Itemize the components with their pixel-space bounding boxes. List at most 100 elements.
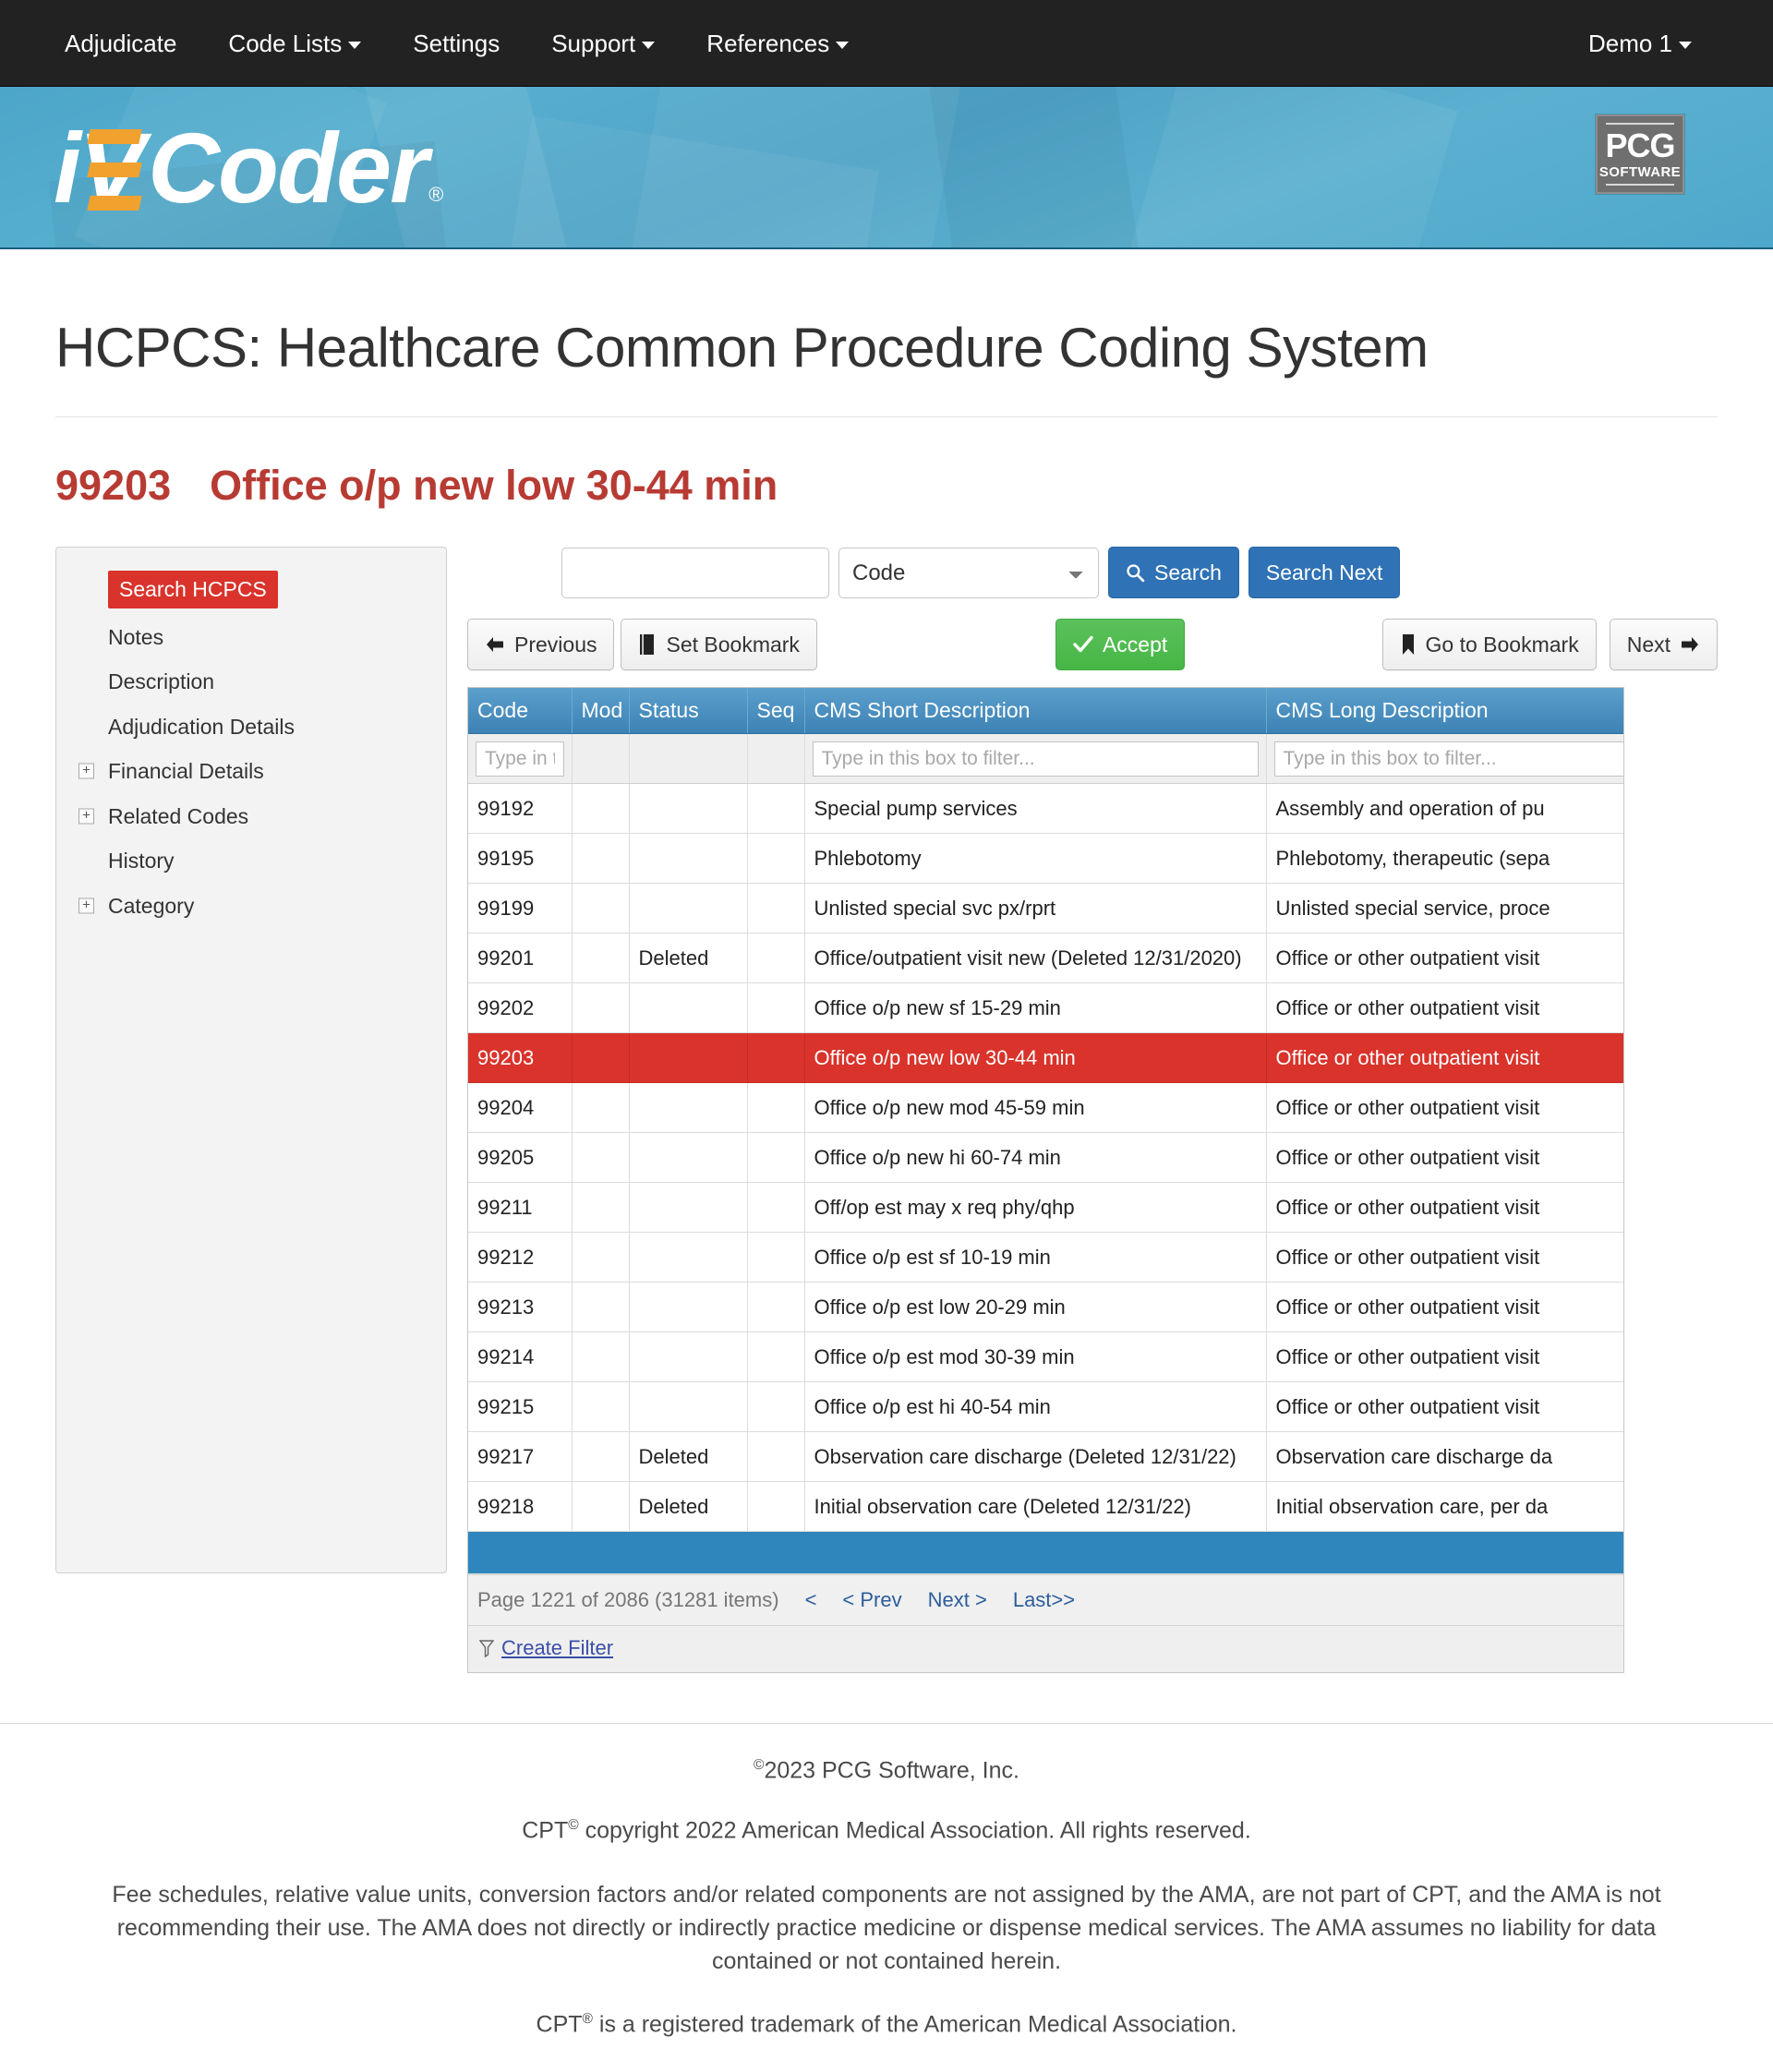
funnel-icon <box>479 1640 494 1657</box>
cell-short-description: Office o/p est mod 30-39 min <box>804 1331 1267 1382</box>
sidebar-item-notes[interactable]: Notes <box>56 615 446 660</box>
table-row[interactable]: 99215 Office o/p est hi 40-54 min Office… <box>468 1381 1623 1432</box>
cell-status <box>629 1132 748 1183</box>
table-row[interactable]: 99192 Special pump services Assembly and… <box>468 783 1623 834</box>
cell-code: 99201 <box>468 933 573 983</box>
sidebar-item-description[interactable]: Description <box>56 659 446 705</box>
previous-button-label: Previous <box>514 632 597 657</box>
search-next-button-label: Search Next <box>1265 560 1383 584</box>
page-title: HCPCS: Healthcare Common Procedure Codin… <box>55 317 1429 379</box>
filter-cell-long <box>1266 733 1623 784</box>
pager-first-link[interactable]: < <box>805 1588 817 1612</box>
cell-code: 99199 <box>468 883 573 934</box>
pcg-logo-sub-text: SOFTWARE <box>1598 164 1682 180</box>
cell-short-description: Unlisted special svc px/rprt <box>804 883 1267 934</box>
plus-box-icon[interactable]: + <box>78 897 94 914</box>
filter-input-cms-short-description[interactable] <box>812 741 1259 777</box>
filter-input-code[interactable] <box>476 741 564 777</box>
table-row[interactable]: 99202 Office o/p new sf 15-29 min Office… <box>468 982 1623 1033</box>
previous-button[interactable]: Previous <box>467 619 615 670</box>
search-button[interactable]: Search <box>1108 547 1239 598</box>
title-divider <box>55 416 1718 417</box>
sidebar-item-related-codes[interactable]: + Related Codes <box>56 794 446 839</box>
pager-prev-link[interactable]: < Prev <box>842 1588 901 1612</box>
hcpcs-results-grid[interactable]: Code Mod Status Seq CMS Short Descriptio… <box>467 687 1624 1673</box>
search-field-select[interactable]: Code <box>838 547 1099 598</box>
next-button[interactable]: Next <box>1609 619 1718 670</box>
nav-item-label: Support <box>551 29 636 57</box>
sidebar-item-label: Category <box>108 893 195 918</box>
cell-mod <box>572 1082 630 1133</box>
cell-status: Deleted <box>629 1481 748 1532</box>
column-header-seq[interactable]: Seq <box>747 688 805 734</box>
cell-long-description: Office or other outpatient visit <box>1266 1182 1623 1233</box>
pager-summary: Page 1221 of 2086 (31281 items) <box>477 1588 779 1611</box>
selected-code-description: Office o/p new low 30-44 min <box>210 462 778 509</box>
sidebar-item-label: Notes <box>108 624 164 649</box>
nav-item-references[interactable]: References <box>681 31 874 55</box>
sidebar-item-search-hcpcs[interactable]: Search HCPCS <box>56 564 446 615</box>
go-to-bookmark-button[interactable]: Go to Bookmark <box>1381 619 1597 670</box>
table-row[interactable]: 99204 Office o/p new mod 45-59 min Offic… <box>468 1082 1623 1133</box>
column-header-code[interactable]: Code <box>468 688 573 734</box>
set-bookmark-button[interactable]: Set Bookmark <box>621 619 817 670</box>
footer-copyright-text: 2023 PCG Software, Inc. <box>764 1757 1019 1784</box>
cell-code: 99213 <box>468 1282 573 1332</box>
pcg-logo-main-text: PCG <box>1605 126 1675 164</box>
table-row[interactable]: 99213 Office o/p est low 20-29 min Offic… <box>468 1282 1623 1332</box>
table-row[interactable]: 99211 Off/op est may x req phy/qhp Offic… <box>468 1182 1623 1233</box>
sidebar-item-financial-details[interactable]: + Financial Details <box>56 749 446 794</box>
table-row[interactable]: 99214 Office o/p est mod 30-39 min Offic… <box>468 1331 1623 1382</box>
check-icon <box>1073 635 1093 653</box>
cell-long-description: Office or other outpatient visit <box>1266 1232 1623 1283</box>
sidebar-item-history[interactable]: History <box>56 838 446 884</box>
cell-seq <box>747 1331 805 1382</box>
filter-input-cms-long-description[interactable] <box>1273 741 1623 777</box>
book-icon <box>640 634 655 655</box>
nav-item-code-lists[interactable]: Code Lists <box>202 31 387 55</box>
column-header-cms-short-description[interactable]: CMS Short Description <box>804 688 1267 734</box>
create-filter-link[interactable]: Create Filter <box>501 1636 613 1660</box>
cell-code: 99215 <box>468 1381 573 1432</box>
brand-banner: iV Coder ® PCG SOFTWARE <box>0 87 1773 249</box>
cell-mod <box>572 783 630 834</box>
cell-mod <box>572 1132 630 1183</box>
pager-next-link[interactable]: Next > <box>928 1588 987 1612</box>
nav-item-adjudicate[interactable]: Adjudicate <box>57 31 202 55</box>
pcg-logo-rule-top <box>1606 123 1674 125</box>
nav-item-support[interactable]: Support <box>525 31 681 55</box>
search-input[interactable] <box>561 547 829 598</box>
cell-short-description: Office o/p new hi 60-74 min <box>804 1132 1267 1183</box>
cell-status <box>629 1282 748 1332</box>
plus-box-icon[interactable]: + <box>78 763 94 779</box>
selected-code-heading: 99203 Office o/p new low 30-44 min <box>55 462 1718 510</box>
user-menu[interactable]: Demo 1 <box>1581 31 1718 55</box>
filter-cell-short <box>804 733 1267 784</box>
table-row[interactable]: 99205 Office o/p new hi 60-74 min Office… <box>468 1132 1623 1183</box>
table-row-selected[interactable]: 99203 Office o/p new low 30-44 min Offic… <box>468 1032 1623 1083</box>
ivecoder-logo[interactable]: iV Coder ® <box>54 107 443 218</box>
table-row[interactable]: 99218 Deleted Initial observation care (… <box>468 1481 1623 1532</box>
table-row[interactable]: 99201 Deleted Office/outpatient visit ne… <box>468 933 1623 983</box>
cell-long-description: Office or other outpatient visit <box>1266 1381 1623 1432</box>
table-row[interactable]: 99212 Office o/p est sf 10-19 min Office… <box>468 1232 1623 1283</box>
sidebar-item-adjudication-details[interactable]: Adjudication Details <box>56 705 446 750</box>
table-row[interactable]: 99195 Phlebotomy Phlebotomy, therapeutic… <box>468 833 1623 884</box>
plus-box-icon[interactable]: + <box>78 808 94 825</box>
pager-last-link[interactable]: Last>> <box>1013 1588 1075 1612</box>
column-header-mod[interactable]: Mod <box>572 688 630 734</box>
sidebar-item-category[interactable]: + Category <box>56 884 446 929</box>
cell-mod <box>572 1182 630 1233</box>
table-row[interactable]: 99217 Deleted Observation care discharge… <box>468 1431 1623 1482</box>
search-next-button[interactable]: Search Next <box>1248 547 1401 598</box>
table-row[interactable]: 99199 Unlisted special svc px/rprt Unlis… <box>468 883 1623 934</box>
cell-long-description: Initial observation care, per da <box>1266 1481 1623 1532</box>
column-header-status[interactable]: Status <box>629 688 748 734</box>
cell-code: 99212 <box>468 1232 573 1283</box>
nav-item-settings[interactable]: Settings <box>387 31 525 55</box>
cell-code: 99217 <box>468 1431 573 1482</box>
cell-seq <box>747 883 805 934</box>
filter-cell-seq <box>747 733 805 784</box>
accept-button[interactable]: Accept <box>1055 619 1186 670</box>
column-header-cms-long-description[interactable]: CMS Long Description <box>1266 688 1623 734</box>
